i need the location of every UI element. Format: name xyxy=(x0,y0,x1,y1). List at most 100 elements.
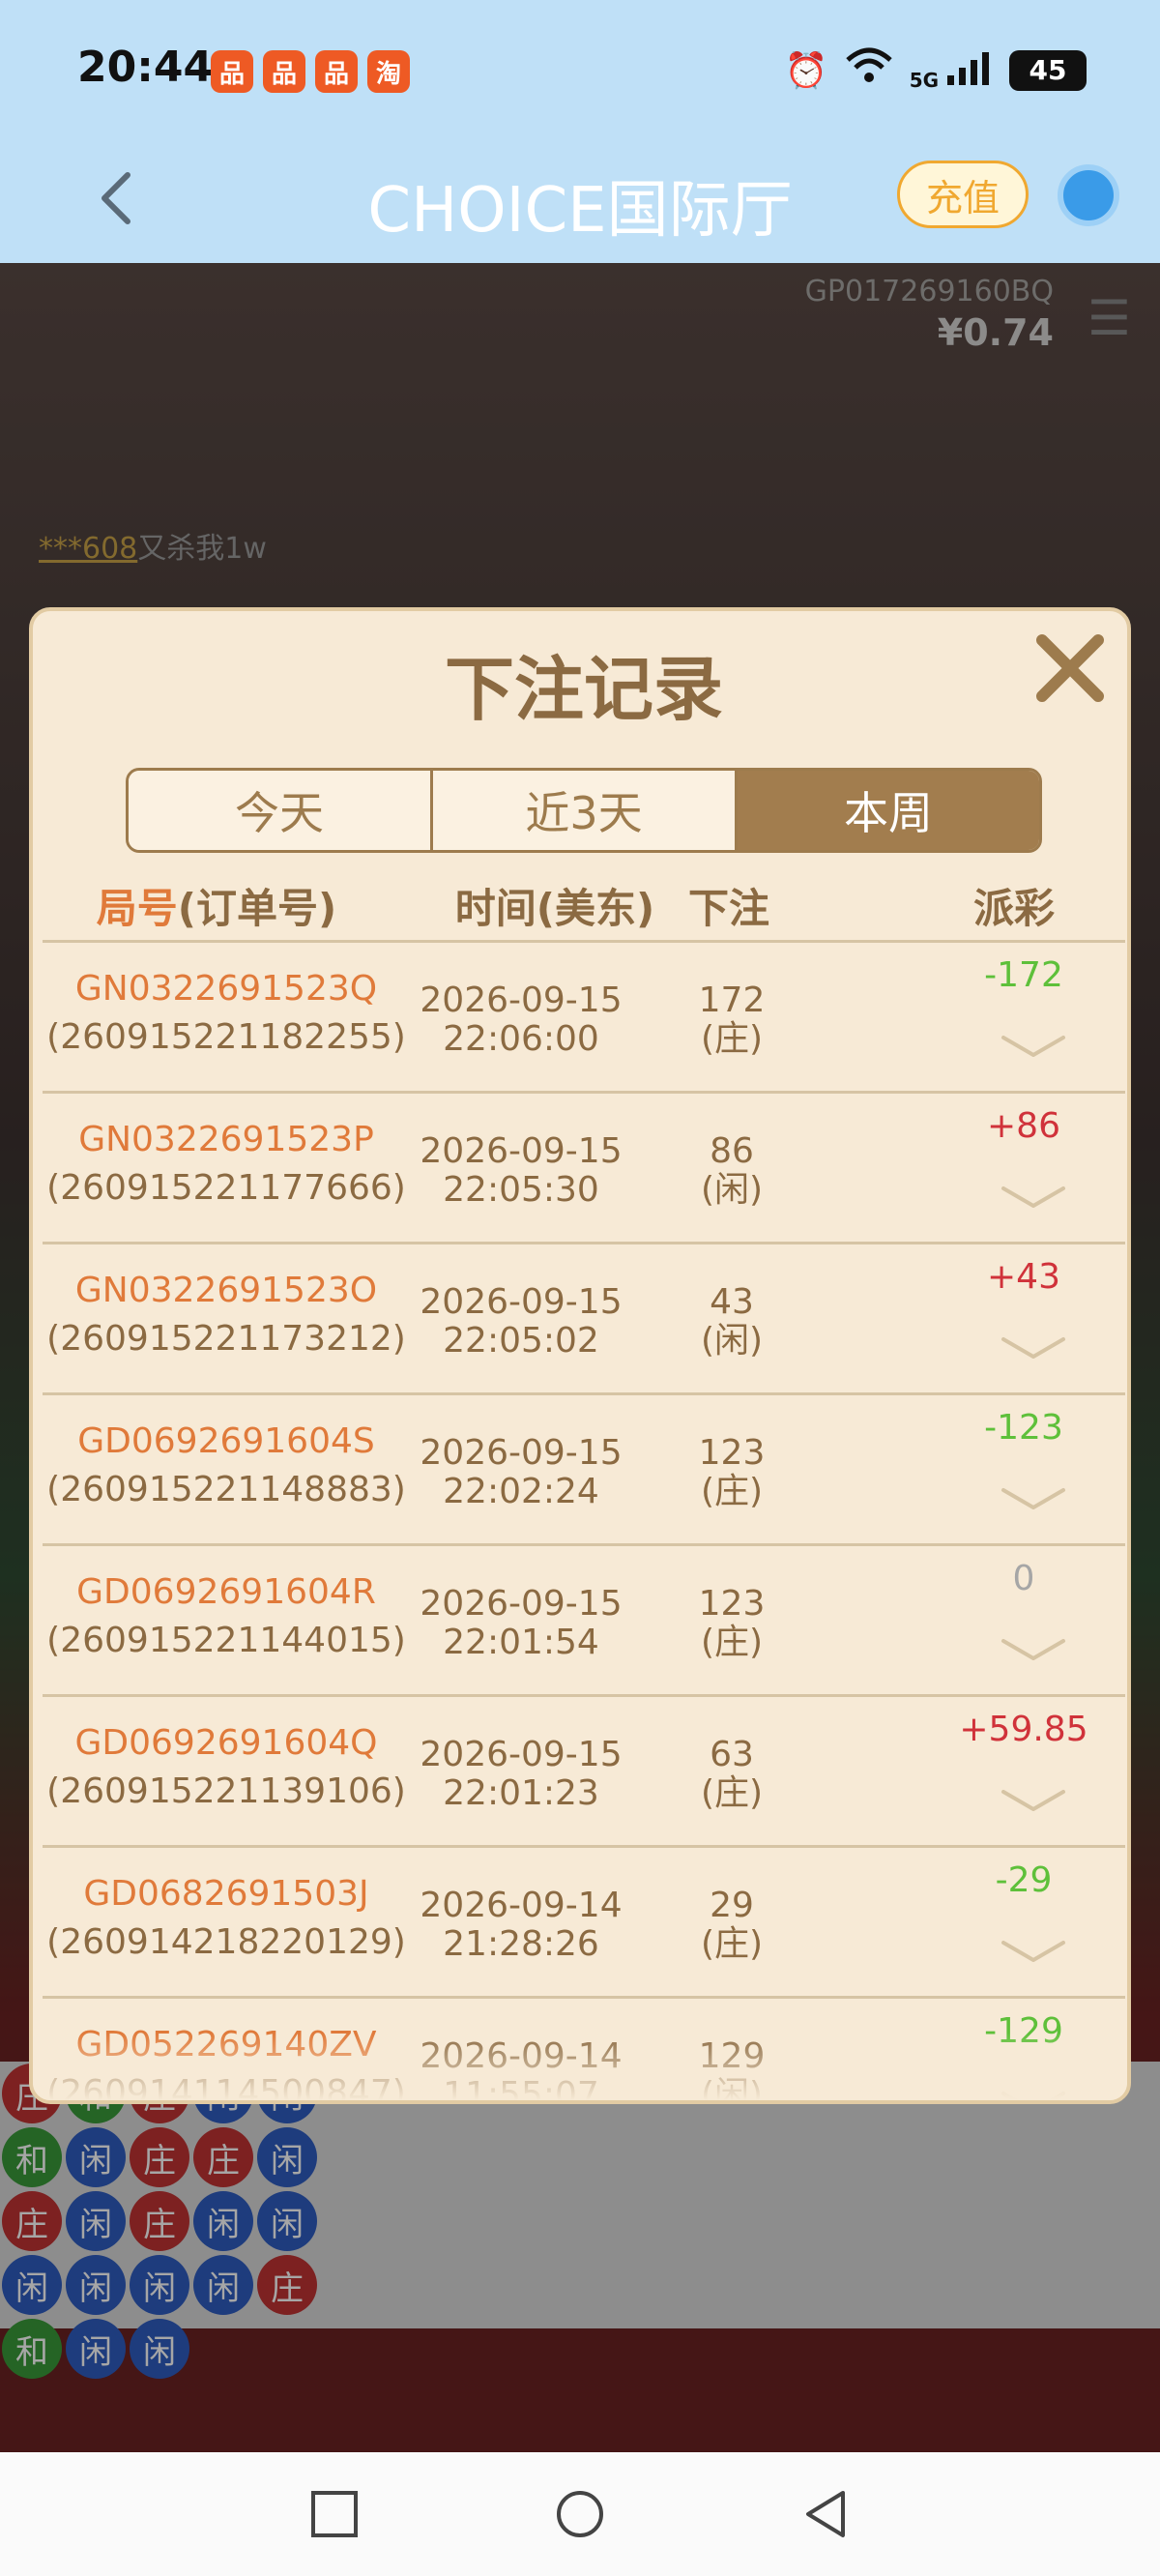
table-row[interactable]: GD0682691503J (260914218220129) 2026-09-14… xyxy=(43,1845,1125,1996)
tab-last-3-days[interactable]: 近3天 xyxy=(433,771,738,850)
status-bar: 20:44 品 品 品 淘 ⏰ 5G 45 xyxy=(0,0,1160,135)
bet-cell: 172 (庄) xyxy=(669,981,795,1058)
bet-amount: 63 xyxy=(710,1735,754,1774)
taobao-notification-icon: 淘 xyxy=(367,50,410,93)
bet-side: (庄) xyxy=(700,1622,764,1662)
payout-value: +43 xyxy=(987,1257,1060,1297)
bet-amount: 43 xyxy=(710,1282,754,1322)
chevron-down-icon[interactable] xyxy=(1000,1484,1067,1513)
status-time: 20:44 xyxy=(77,43,214,92)
alarm-icon: ⏰ xyxy=(784,50,828,91)
home-icon[interactable] xyxy=(553,2487,607,2541)
order-number: (260915221144015) xyxy=(46,1620,406,1660)
table-row[interactable]: GN0322691523O (260915221173212) 2026-09-15… xyxy=(43,1242,1125,1392)
bet-date: 2026-09-15 xyxy=(420,1282,623,1322)
bet-time: 22:01:54 xyxy=(443,1622,599,1662)
bet-side: (庄) xyxy=(700,1772,764,1813)
table-row[interactable]: GD0692691604Q (260915221139106) 2026-09-15… xyxy=(43,1694,1125,1845)
round-code: GD0692691604Q xyxy=(74,1723,378,1763)
bet-amount: 123 xyxy=(698,1584,766,1624)
customer-service-icon[interactable] xyxy=(1058,164,1119,226)
column-header-order: 局号(订单号) xyxy=(33,876,400,935)
tab-today[interactable]: 今天 xyxy=(129,771,433,850)
table-row[interactable]: GD0692691604R (260915221144015) 2026-09-15… xyxy=(43,1543,1125,1694)
payout-value: +86 xyxy=(987,1106,1060,1146)
round-code: GD0692691604R xyxy=(76,1572,376,1612)
column-header-payout: 派彩 xyxy=(972,885,1055,932)
time-cell: 2026-09-15 22:05:30 xyxy=(420,1132,623,1209)
chevron-down-icon[interactable] xyxy=(1000,1183,1067,1212)
payout-value: -29 xyxy=(995,1860,1053,1900)
table-header: 局号(订单号) 时间(美东) 下注 派彩 xyxy=(33,864,1127,935)
recent-apps-icon[interactable] xyxy=(307,2487,362,2541)
close-icon[interactable] xyxy=(1027,625,1114,712)
bet-side: (庄) xyxy=(700,1471,764,1511)
records-list: GN0322691523Q (260915221182255) 2026-09-15… xyxy=(33,940,1127,2100)
wifi-icon xyxy=(844,46,894,94)
order-cell: GN0322691523Q (260915221182255) xyxy=(43,970,410,1056)
bet-time: 22:06:00 xyxy=(443,1018,599,1059)
battery-icon: 45 xyxy=(1009,49,1087,91)
back-nav-icon[interactable] xyxy=(798,2487,853,2541)
time-cell: 2026-09-15 22:02:24 xyxy=(420,1434,623,1510)
column-header-bet: 下注 xyxy=(687,885,769,932)
bet-time: 22:01:23 xyxy=(443,1772,599,1813)
bet-cell: 29 (庄) xyxy=(669,1887,795,1963)
table-row[interactable]: GN0322691523P (260915221177666) 2026-09-15… xyxy=(43,1091,1125,1242)
list-fade xyxy=(33,2033,1127,2100)
time-cell: 2026-09-15 22:05:02 xyxy=(420,1283,623,1360)
bet-side: (庄) xyxy=(700,1018,764,1059)
order-cell: GN0322691523P (260915221177666) xyxy=(43,1121,410,1207)
order-number: (260914218220129) xyxy=(46,1921,406,1962)
network-label: 5G xyxy=(909,69,940,92)
round-code: GD0692691604S xyxy=(77,1421,375,1461)
app-notification-icon: 品 xyxy=(211,50,253,93)
time-cell: 2026-09-15 22:01:23 xyxy=(420,1736,623,1812)
app-notification-icon: 品 xyxy=(315,50,358,93)
bet-date: 2026-09-15 xyxy=(420,1433,623,1473)
system-icons: ⏰ 5G 45 xyxy=(785,46,1087,94)
table-row[interactable]: GN0322691523Q (260915221182255) 2026-09-15… xyxy=(43,940,1125,1091)
round-code: GD0682691503J xyxy=(83,1874,369,1914)
bet-time: 22:05:02 xyxy=(443,1320,599,1361)
tab-this-week[interactable]: 本周 xyxy=(738,771,1039,850)
chevron-down-icon[interactable] xyxy=(1000,1333,1067,1362)
notification-icons: 品 品 品 淘 xyxy=(211,50,410,93)
bet-amount: 29 xyxy=(710,1886,754,1925)
order-number: (260915221182255) xyxy=(46,1016,406,1057)
app-notification-icon: 品 xyxy=(263,50,305,93)
chevron-down-icon[interactable] xyxy=(1000,1635,1067,1664)
order-number: (260915221177666) xyxy=(46,1167,406,1208)
bet-cell: 123 (庄) xyxy=(669,1585,795,1661)
time-cell: 2026-09-15 22:01:54 xyxy=(420,1585,623,1661)
bet-date: 2026-09-15 xyxy=(420,1735,623,1774)
bet-date: 2026-09-14 xyxy=(420,1886,623,1925)
app-header: CHOICE国际厅 充值 xyxy=(0,135,1160,263)
bet-time: 22:05:30 xyxy=(443,1169,599,1210)
round-code: GN0322691523O xyxy=(74,1271,378,1310)
bet-date: 2026-09-15 xyxy=(420,981,623,1020)
round-code: GN0322691523P xyxy=(78,1120,374,1159)
bet-time: 22:02:24 xyxy=(443,1471,599,1511)
column-header-order-rest: (订单号) xyxy=(177,885,337,932)
payout-value: -172 xyxy=(984,955,1063,995)
recharge-button[interactable]: 充值 xyxy=(897,161,1029,228)
bet-cell: 43 (闲) xyxy=(669,1283,795,1360)
chevron-down-icon[interactable] xyxy=(1000,1937,1067,1966)
round-code: GN0322691523Q xyxy=(74,969,378,1009)
bet-cell: 86 (闲) xyxy=(669,1132,795,1209)
order-number: (260915221148883) xyxy=(46,1469,406,1509)
payout-value: -123 xyxy=(984,1408,1063,1448)
modal-title: 下注记录 xyxy=(444,649,723,730)
order-cell: GD0692691604R (260915221144015) xyxy=(43,1573,410,1659)
order-number: (260915221139106) xyxy=(46,1771,406,1811)
order-cell: GD0682691503J (260914218220129) xyxy=(43,1875,410,1961)
bet-cell: 123 (庄) xyxy=(669,1434,795,1510)
chevron-down-icon[interactable] xyxy=(1000,1032,1067,1061)
bet-amount: 123 xyxy=(698,1433,766,1473)
bet-amount: 86 xyxy=(710,1131,754,1171)
order-number: (260915221173212) xyxy=(46,1318,406,1359)
table-row[interactable]: GD0692691604S (260915221148883) 2026-09-15… xyxy=(43,1392,1125,1543)
chevron-down-icon[interactable] xyxy=(1000,1786,1067,1815)
order-cell: GN0322691523O (260915221173212) xyxy=(43,1272,410,1358)
